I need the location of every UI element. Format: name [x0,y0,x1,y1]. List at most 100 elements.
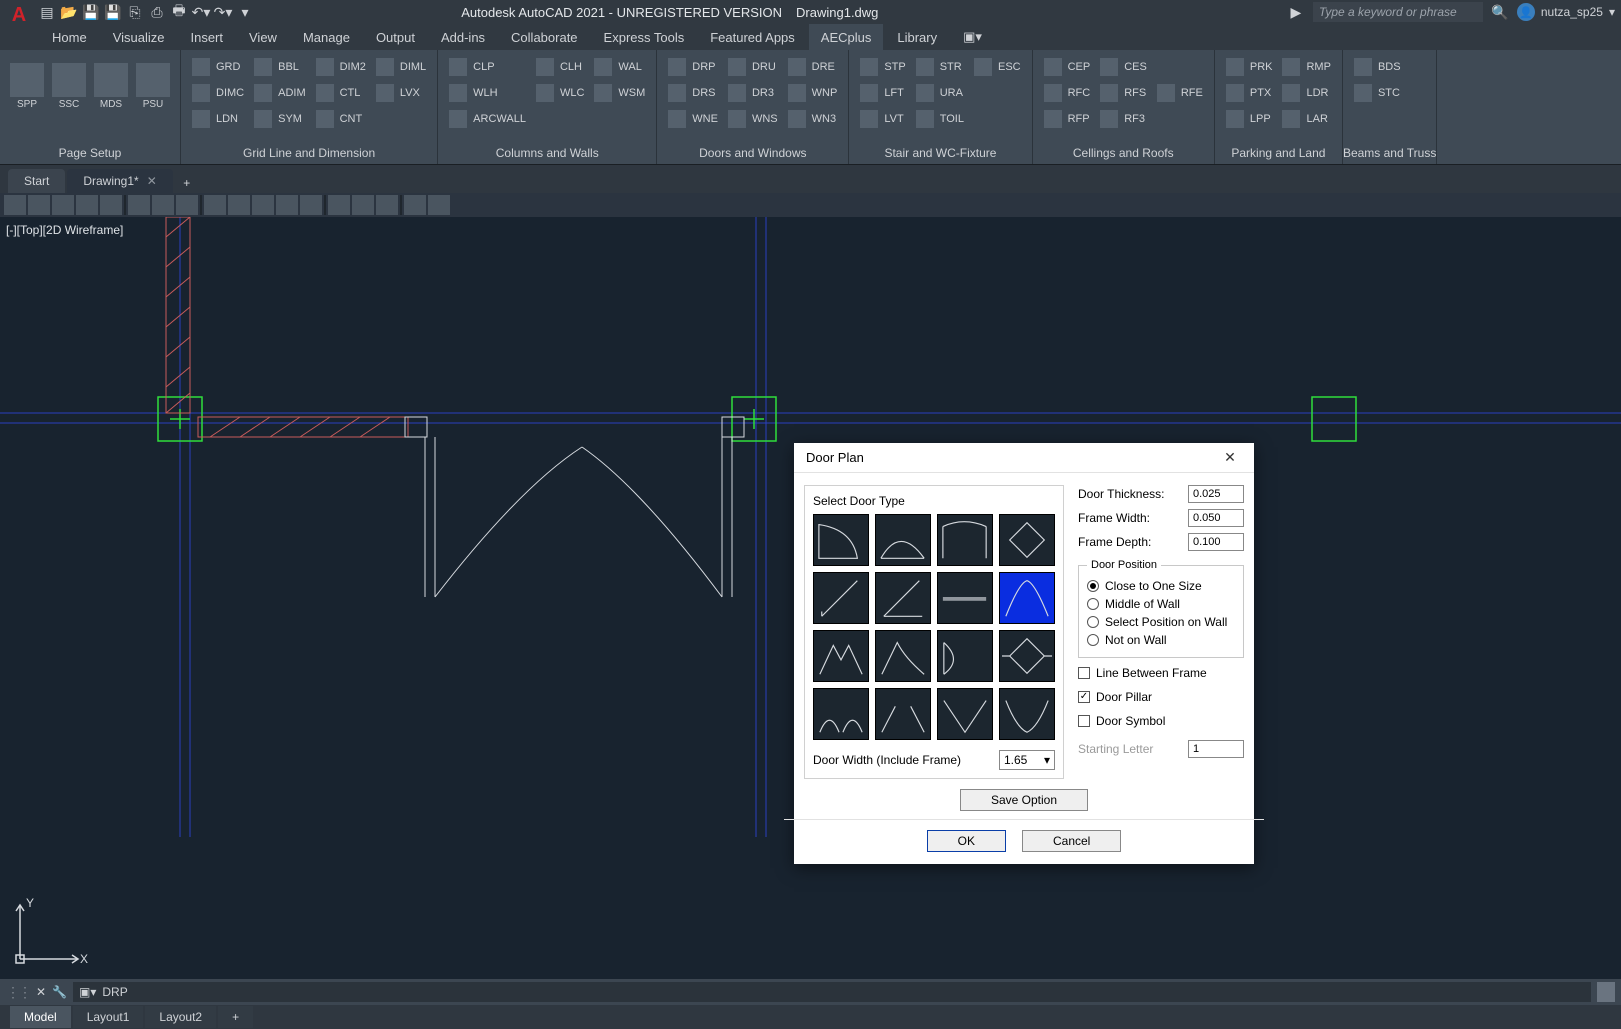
save-icon[interactable]: 💾 [82,3,100,21]
qb-11[interactable] [252,195,274,215]
dialog-titlebar[interactable]: Door Plan ✕ [794,443,1254,473]
qb-3[interactable] [52,195,74,215]
qat-more-icon[interactable]: ▾ [236,3,254,21]
export-icon[interactable]: ⎘ [126,3,144,21]
menu-extra-icon[interactable]: ▣▾ [951,24,994,50]
command-input[interactable]: ▣▾ DRP [73,982,1591,1002]
ribbon-cmd-sym[interactable]: SYM [251,108,309,130]
check-line-between[interactable]: Line Between Frame [1078,664,1244,682]
ribbon-cmd-drp[interactable]: DRP [665,56,721,78]
layout-tab-layout2[interactable]: Layout2 [145,1006,216,1028]
qb-16[interactable] [376,195,398,215]
ribbon-cmd-ces[interactable]: CES [1097,56,1150,78]
ribbon-big-ssc[interactable]: SSC [50,56,88,116]
ribbon-cmd-bds[interactable]: BDS [1351,56,1404,78]
ribbon-cmd-str[interactable]: STR [913,56,967,78]
ribbon-cmd-rfp[interactable]: RFP [1041,108,1094,130]
menu-output[interactable]: Output [364,24,427,50]
ribbon-cmd-wlc[interactable]: WLC [533,82,587,104]
save-option-button[interactable]: Save Option [960,789,1088,811]
open-icon[interactable]: 📂 [60,3,78,21]
doc-tab-start[interactable]: Start [8,169,65,193]
user-menu[interactable]: 👤 nutza_sp25 ▾ [1517,3,1615,21]
search-input[interactable]: Type a keyword or phrase [1313,2,1483,22]
door-type-thumb-11[interactable] [937,630,993,682]
door-type-thumb-6[interactable] [875,572,931,624]
ribbon-cmd-esc[interactable]: ESC [971,56,1024,78]
ribbon-cmd-diml[interactable]: DIML [373,56,429,78]
door-type-thumb-2[interactable] [875,514,931,566]
ribbon-cmd-lft[interactable]: LFT [857,82,908,104]
ribbon-cmd-ldn[interactable]: LDN [189,108,247,130]
thickness-input[interactable] [1188,485,1244,503]
door-type-thumb-7[interactable] [937,572,993,624]
add-tab-button[interactable]: + [175,173,199,193]
starting-letter-input[interactable] [1188,740,1244,758]
radio-not-on-wall[interactable]: Not on Wall [1087,631,1235,649]
print-icon[interactable]: 🖶 [170,3,188,21]
frame-depth-input[interactable] [1188,533,1244,551]
ribbon-cmd-rfc[interactable]: RFC [1041,82,1094,104]
menu-featured-apps[interactable]: Featured Apps [698,24,807,50]
layout-tab-model[interactable]: Model [10,1006,71,1028]
qb-6[interactable] [128,195,150,215]
door-type-thumb-16[interactable] [999,688,1055,740]
close-icon[interactable]: ✕ [36,985,46,999]
drawing-canvas[interactable]: [-][Top][2D Wireframe] [0,217,1621,979]
qb-17[interactable] [404,195,426,215]
ribbon-cmd-dru[interactable]: DRU [725,56,781,78]
qb-8[interactable] [176,195,198,215]
door-type-thumb-14[interactable] [875,688,931,740]
new-icon[interactable]: ▤ [38,3,56,21]
qb-2[interactable] [28,195,50,215]
ribbon-cmd-wns[interactable]: WNS [725,108,781,130]
ribbon-cmd-cnt[interactable]: CNT [313,108,369,130]
ribbon-cmd-cep[interactable]: CEP [1041,56,1094,78]
frame-width-input[interactable] [1188,509,1244,527]
qb-4[interactable] [76,195,98,215]
door-type-thumb-5[interactable] [813,572,869,624]
ribbon-cmd-bbl[interactable]: BBL [251,56,309,78]
door-type-thumb-1[interactable] [813,514,869,566]
ribbon-cmd-lvt[interactable]: LVT [857,108,908,130]
ribbon-cmd-adim[interactable]: ADIM [251,82,309,104]
menu-express-tools[interactable]: Express Tools [592,24,697,50]
ribbon-cmd-dre[interactable]: DRE [785,56,841,78]
undo-icon[interactable]: ↶▾ [192,3,210,21]
ribbon-big-mds[interactable]: MDS [92,56,130,116]
ok-button[interactable]: OK [927,830,1006,852]
ribbon-cmd-stc[interactable]: STC [1351,82,1404,104]
ribbon-cmd-wne[interactable]: WNE [665,108,721,130]
radio-select-position-on-wall[interactable]: Select Position on Wall [1087,613,1235,631]
menu-view[interactable]: View [237,24,289,50]
qb-5[interactable] [100,195,122,215]
door-width-select[interactable]: 1.65 ▾ [999,750,1055,770]
ribbon-cmd-toil[interactable]: TOIL [913,108,967,130]
menu-insert[interactable]: Insert [178,24,235,50]
ribbon-cmd-wlh[interactable]: WLH [446,82,529,104]
ribbon-cmd-lvx[interactable]: LVX [373,82,429,104]
ribbon-cmd-lar[interactable]: LAR [1279,108,1333,130]
door-type-thumb-3[interactable] [937,514,993,566]
ribbon-cmd-rfe[interactable]: RFE [1154,82,1206,104]
ribbon-cmd-prk[interactable]: PRK [1223,56,1276,78]
ribbon-cmd-clp[interactable]: CLP [446,56,529,78]
check-door-pillar[interactable]: Door Pillar [1078,688,1244,706]
ribbon-cmd-ldr[interactable]: LDR [1279,82,1333,104]
saveas-icon[interactable]: 💾 [104,3,122,21]
ribbon-cmd-clh[interactable]: CLH [533,56,587,78]
cancel-button[interactable]: Cancel [1022,830,1121,852]
qb-13[interactable] [300,195,322,215]
ribbon-cmd-dr3[interactable]: DR3 [725,82,781,104]
ribbon-cmd-wal[interactable]: WAL [591,56,648,78]
qb-15[interactable] [352,195,374,215]
ribbon-cmd-ptx[interactable]: PTX [1223,82,1276,104]
info-icon[interactable]: ▶ [1287,3,1305,21]
qb-12[interactable] [276,195,298,215]
qb-10[interactable] [228,195,250,215]
plot-icon[interactable]: ⎙ [148,3,166,21]
close-icon[interactable]: ✕ [147,174,157,188]
ribbon-cmd-dimc[interactable]: DIMC [189,82,247,104]
ribbon-cmd-drs[interactable]: DRS [665,82,721,104]
door-type-thumb-13[interactable] [813,688,869,740]
